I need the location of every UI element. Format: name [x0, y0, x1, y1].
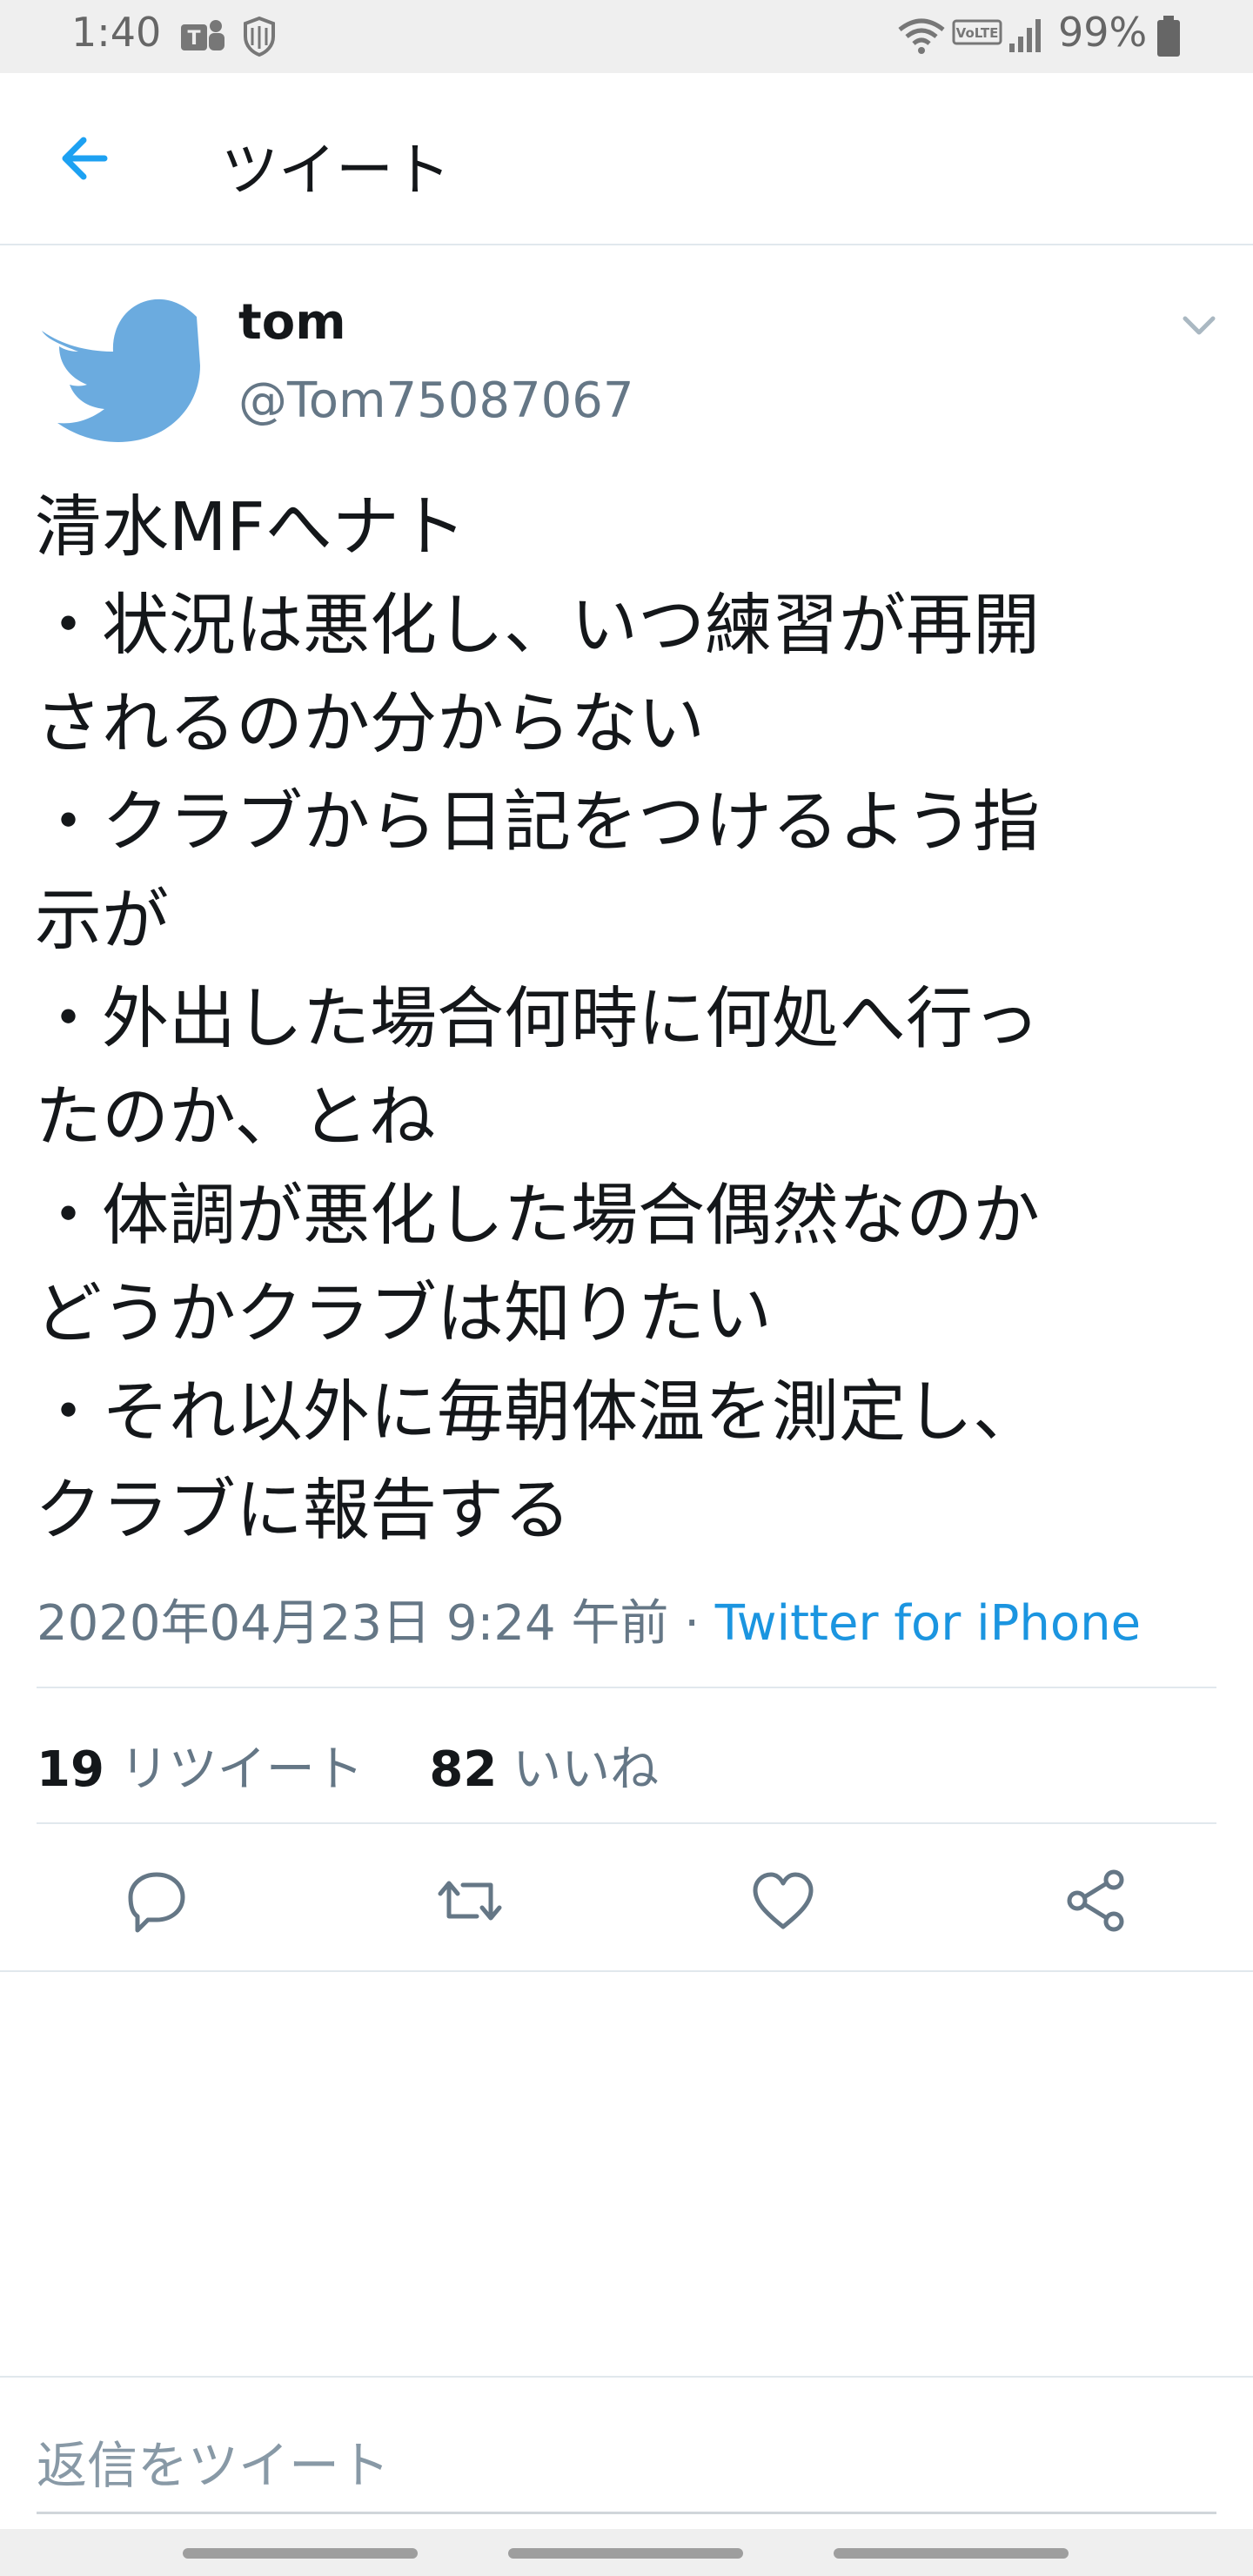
- system-nav-bar: [0, 2529, 1253, 2576]
- arrow-left-icon[interactable]: [52, 125, 118, 191]
- chevron-down-icon[interactable]: [1180, 306, 1218, 345]
- svg-text:T: T: [187, 28, 200, 50]
- tweet-line: 示が: [35, 882, 169, 960]
- tweet-actions: [0, 1822, 1253, 1970]
- nav-home-button[interactable]: [508, 2548, 743, 2559]
- reply-icon[interactable]: [122, 1866, 191, 1935]
- avatar[interactable]: [35, 278, 200, 444]
- divider: [37, 1687, 1216, 1688]
- tweet-line: ・状況は悪化し、いつ練習が再開: [35, 587, 1040, 665]
- reply-input[interactable]: 返信をツイート: [37, 2425, 390, 2498]
- like-label: いいね: [513, 1741, 660, 1798]
- teams-icon: T: [181, 20, 224, 50]
- battery-percent: 99%: [1058, 9, 1148, 56]
- tweet-line: クラブに報告する: [35, 1472, 571, 1550]
- author-name[interactable]: tom: [238, 294, 346, 351]
- volte-icon: VoLTE: [952, 19, 1002, 45]
- like-icon[interactable]: [748, 1866, 818, 1935]
- nav-back-button[interactable]: [834, 2548, 1069, 2559]
- like-stat[interactable]: 82 いいね: [429, 1741, 659, 1798]
- page-title: ツイート: [221, 137, 451, 204]
- tweet-source-link[interactable]: Twitter for iPhone: [715, 1595, 1141, 1652]
- status-bar: 1:40 T VoLTE 99%: [0, 0, 1253, 73]
- tweet-line: ・それ以外に毎朝体温を測定し、: [35, 1374, 1040, 1452]
- wifi-icon: [898, 18, 945, 54]
- nav-recents-button[interactable]: [183, 2548, 418, 2559]
- meta-separator: ·: [668, 1595, 715, 1652]
- tweet-line: ・外出した場合何時に何処へ行っ: [35, 981, 1040, 1058]
- divider: [0, 1970, 1253, 1972]
- tweet-line: どうかクラブは知りたい: [35, 1276, 772, 1353]
- signal-icon: [1009, 19, 1041, 52]
- retweet-count: 19: [37, 1741, 104, 1798]
- like-count: 82: [429, 1741, 498, 1798]
- share-icon[interactable]: [1062, 1866, 1131, 1935]
- tweet-line: ・体調が悪化した場合偶然なのか: [35, 1177, 1040, 1255]
- tweet-timestamp: 2020年04月23日 9:24 午前: [37, 1595, 669, 1652]
- tweet-line: たのか、とね: [35, 1079, 436, 1157]
- tweet-line: ・クラブから日記をつけるよう指: [35, 784, 1040, 862]
- retweet-stat[interactable]: 19 リツイート: [37, 1741, 364, 1798]
- retweet-icon[interactable]: [435, 1866, 505, 1935]
- shield-icon: [244, 16, 275, 57]
- reply-composer[interactable]: 返信をツイート: [0, 2376, 1253, 2515]
- author-handle[interactable]: @Tom75087067: [238, 372, 634, 429]
- retweet-label: リツイート: [119, 1741, 364, 1798]
- svg-text:VoLTE: VoLTE: [956, 25, 999, 41]
- tweet-line: されるのか分からない: [35, 686, 705, 763]
- app-header: ツイート: [0, 73, 1253, 245]
- tweet-text: 清水MFへナト ・状況は悪化し、いつ練習が再開 されるのか分からない ・クラブか…: [35, 479, 1218, 1560]
- tweet-stats: 19 リツイート 82 いいね: [37, 1730, 659, 1801]
- reply-underline: [37, 2512, 1216, 2514]
- status-time: 1:40: [71, 9, 162, 56]
- battery-icon: [1157, 16, 1180, 57]
- twitter-bird-icon: [42, 299, 200, 442]
- tweet-meta: 2020年04月23日 9:24 午前 · Twitter for iPhone: [37, 1584, 1141, 1654]
- tweet-line: 清水MFへナト: [35, 489, 466, 567]
